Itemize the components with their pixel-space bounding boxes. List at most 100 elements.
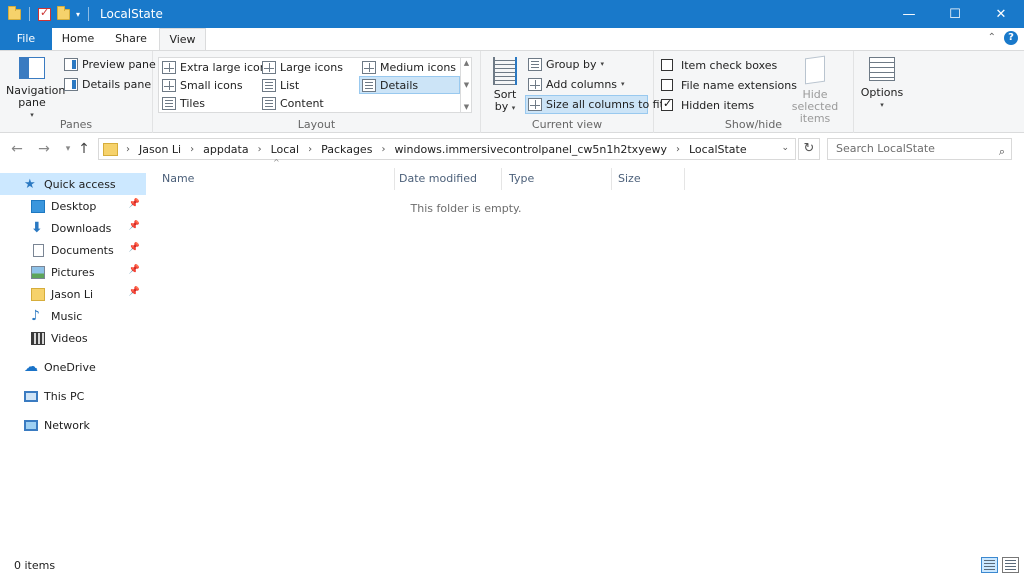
breadcrumb-appdata[interactable]: appdata [203, 143, 248, 156]
column-header-type[interactable]: Type [500, 168, 612, 190]
more-icon[interactable]: ▼ [464, 103, 469, 111]
maximize-button[interactable]: ☐ [932, 0, 978, 28]
nav-item-downloads[interactable]: ⬇ Downloads 📌 [0, 217, 146, 239]
details-view-icon[interactable] [981, 557, 998, 573]
navigation-pane-button[interactable]: Navigation pane ▾ [6, 57, 65, 121]
item-check-boxes-checkbox[interactable] [661, 59, 673, 71]
nav-item-jason-li[interactable]: Jason Li 📌 [0, 283, 146, 305]
breadcrumb-package-folder[interactable]: windows.immersivecontrolpanel_cw5n1h2txy… [394, 143, 667, 156]
layout-gallery-scroll[interactable]: ▲ ▼ ▼ [460, 57, 472, 113]
layout-list[interactable]: List [262, 76, 299, 94]
layout-tiles[interactable]: Tiles [162, 94, 205, 112]
options-button[interactable]: Options ▾ [858, 57, 906, 111]
size-all-columns-button[interactable]: Size all columns to fit [528, 95, 664, 113]
pin-icon[interactable]: 📌 [129, 199, 140, 209]
new-folder-icon[interactable] [57, 5, 70, 20]
up-arrow-icon[interactable]: ↑ [75, 139, 93, 159]
pictures-icon [31, 265, 45, 279]
scroll-up-icon[interactable]: ▲ [464, 59, 469, 67]
layout-details[interactable]: Details [362, 76, 418, 94]
nav-item-documents[interactable]: Documents 📌 [0, 239, 146, 261]
minimize-ribbon-icon[interactable]: ⌃ [988, 32, 996, 43]
group-by-button[interactable]: Group by ▾ [528, 55, 604, 73]
column-header-name[interactable]: Name [153, 168, 395, 190]
back-arrow-icon[interactable]: ← [8, 139, 26, 159]
file-name-extensions-toggle[interactable]: File name extensions [661, 76, 797, 94]
toolbar-divider [88, 7, 90, 21]
hidden-items-checkbox[interactable] [661, 97, 673, 111]
breadcrumb-jason-li[interactable]: Jason Li [139, 143, 181, 156]
nav-item-label: Documents [51, 243, 114, 257]
tab-share[interactable]: Share [108, 28, 154, 50]
nav-item-desktop[interactable]: Desktop 📌 [0, 195, 146, 217]
breadcrumb-separator-icon[interactable]: › [190, 144, 194, 155]
tab-file[interactable]: File [0, 28, 52, 50]
layout-large-icons[interactable]: Large icons [262, 58, 343, 76]
nav-item-network[interactable]: Network [0, 414, 146, 436]
large-icons-view-icon[interactable] [1002, 557, 1019, 573]
address-history-chevron-icon[interactable]: ⌄ [781, 143, 789, 153]
details-pane-button[interactable]: Details pane [64, 75, 151, 93]
nav-item-videos[interactable]: Videos [0, 327, 146, 349]
folder-icon [103, 142, 118, 156]
search-input[interactable]: Search LocalState ⌕ [827, 138, 1012, 160]
hide-selected-items-icon [805, 55, 825, 85]
navigation-row: ← → ▾ ↑ › Jason Li › appdata › Local › P… [0, 137, 1024, 161]
breadcrumb-separator-icon[interactable]: › [258, 144, 262, 155]
nav-item-label: Pictures [51, 265, 95, 279]
minimize-button[interactable]: — [886, 0, 932, 28]
column-header-date-modified[interactable]: Date modified [390, 168, 502, 190]
medium-icons-icon [362, 60, 376, 74]
breadcrumb-localstate[interactable]: LocalState [689, 143, 747, 156]
pin-icon[interactable]: 📌 [129, 243, 140, 253]
navigation-pane-label: Navigation pane [6, 84, 66, 109]
item-check-boxes-toggle[interactable]: Item check boxes [661, 56, 777, 74]
tab-view[interactable]: View [159, 28, 206, 51]
nav-item-music[interactable]: ♪ Music [0, 305, 146, 327]
pin-icon[interactable]: 📌 [129, 265, 140, 275]
layout-extra-large-icons[interactable]: Extra large icons [162, 58, 272, 76]
nav-item-pictures[interactable]: Pictures 📌 [0, 261, 146, 283]
hidden-items-toggle[interactable]: Hidden items [661, 96, 754, 114]
navigation-pane: ★ Quick access Desktop 📌 ⬇ Downloads 📌 D… [0, 166, 146, 554]
pin-icon[interactable]: 📌 [129, 221, 140, 231]
details-icon [362, 78, 376, 92]
layout-content[interactable]: Content [262, 94, 324, 112]
extra-large-icons-icon [162, 60, 176, 74]
tab-home[interactable]: Home [57, 28, 99, 50]
layout-medium-icons[interactable]: Medium icons [362, 58, 456, 76]
status-bar: 0 items [0, 554, 1024, 577]
scroll-down-icon[interactable]: ▼ [464, 81, 469, 89]
address-bar[interactable]: › Jason Li › appdata › Local › Packages … [98, 138, 796, 160]
music-icon: ♪ [31, 307, 40, 324]
star-icon: ★ [24, 176, 36, 192]
nav-item-onedrive[interactable]: ☁ OneDrive [0, 356, 146, 378]
hide-selected-items-button[interactable]: Hide selected items [782, 55, 848, 125]
properties-icon[interactable] [38, 6, 51, 21]
nav-item-label: Desktop [51, 199, 97, 213]
layout-item-label: Tiles [180, 96, 205, 110]
file-name-extensions-checkbox[interactable] [661, 79, 673, 91]
desktop-icon [31, 199, 45, 213]
column-header-size[interactable]: Size [609, 168, 685, 190]
breadcrumb-separator-icon[interactable]: › [126, 144, 130, 155]
help-icon[interactable]: ? [1004, 31, 1018, 45]
nav-item-this-pc[interactable]: This PC [0, 385, 146, 407]
add-columns-button[interactable]: Add columns ▾ [528, 75, 625, 93]
pin-icon[interactable]: 📌 [129, 287, 140, 297]
layout-small-icons[interactable]: Small icons [162, 76, 243, 94]
close-button[interactable]: ✕ [978, 0, 1024, 28]
refresh-icon[interactable]: ↻ [798, 138, 820, 160]
forward-arrow-icon[interactable]: → [35, 139, 53, 159]
preview-pane-label: Preview pane [82, 57, 156, 71]
breadcrumb-local[interactable]: Local [271, 143, 300, 156]
breadcrumb-separator-icon[interactable]: › [381, 144, 385, 155]
sort-by-button[interactable]: Sort by ▾ [489, 57, 521, 114]
customize-toolbar-chevron-icon[interactable]: ▾ [76, 10, 80, 19]
breadcrumb-packages[interactable]: Packages [321, 143, 372, 156]
breadcrumb-separator-icon[interactable]: › [308, 144, 312, 155]
file-list[interactable]: ^ Name Date modified Type Size This fold… [146, 158, 1024, 554]
preview-pane-button[interactable]: Preview pane [64, 55, 156, 73]
breadcrumb-separator-icon[interactable]: › [676, 144, 680, 155]
nav-item-quick-access[interactable]: ★ Quick access [0, 173, 146, 195]
